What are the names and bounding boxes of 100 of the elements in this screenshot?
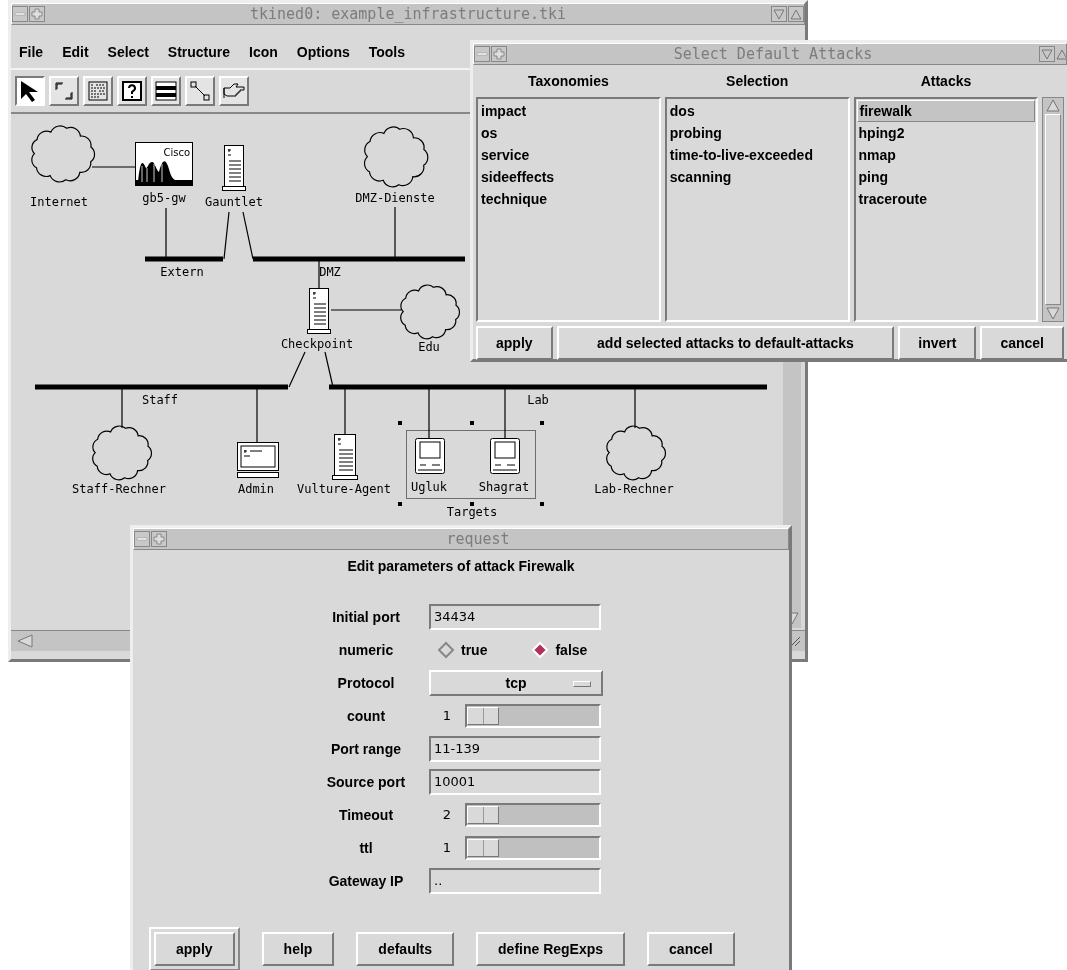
slider-value: 1 bbox=[441, 708, 453, 723]
radio-icon bbox=[437, 640, 455, 659]
server-icon bbox=[307, 288, 331, 334]
router-icon bbox=[135, 142, 193, 186]
list-item[interactable]: time-to-live-exceeded bbox=[667, 144, 847, 166]
field-label: Gateway IP bbox=[327, 872, 405, 889]
menu-item[interactable]: File bbox=[19, 43, 44, 60]
link-line bbox=[324, 351, 334, 388]
cloud-icon bbox=[92, 425, 153, 481]
node-label: Gauntlet bbox=[205, 195, 263, 209]
slider-track[interactable] bbox=[465, 703, 601, 728]
dropdown-button[interactable]: tcp bbox=[429, 669, 603, 696]
text-icon bbox=[87, 80, 109, 102]
node-label: gb5-gw bbox=[142, 191, 186, 205]
tool-button[interactable] bbox=[15, 76, 45, 106]
computer-monitor-icon bbox=[237, 442, 279, 478]
node-label: Lab-Rechner bbox=[594, 482, 674, 496]
window-menu-icon[interactable] bbox=[134, 531, 150, 547]
node-label: Shagrat bbox=[478, 480, 530, 494]
list-item[interactable]: ping bbox=[856, 166, 1036, 188]
list-item[interactable]: sideeffects bbox=[479, 166, 658, 188]
computer-icon bbox=[490, 438, 520, 474]
slider-thumb[interactable] bbox=[467, 838, 499, 857]
brand-label: Cisco bbox=[163, 147, 190, 158]
slider-value: 1 bbox=[441, 840, 453, 855]
list-item[interactable]: dos bbox=[667, 100, 847, 122]
list-item[interactable]: hping2 bbox=[856, 122, 1036, 144]
minimize-button[interactable] bbox=[1039, 46, 1055, 62]
dialog-button[interactable]: add selected attacks to default-attacks bbox=[556, 326, 895, 360]
dialog-button[interactable]: apply bbox=[476, 326, 553, 360]
dialog-button[interactable]: apply bbox=[154, 932, 235, 966]
node-label: Edu bbox=[418, 340, 440, 354]
network-icon bbox=[155, 80, 177, 102]
list-item[interactable]: impact bbox=[479, 100, 658, 122]
radio-button[interactable]: false bbox=[531, 640, 588, 659]
link-line bbox=[288, 351, 306, 388]
list-item[interactable]: traceroute bbox=[856, 188, 1036, 210]
link-line bbox=[165, 207, 167, 260]
dialog-heading: Edit parameters of attack Firewalk bbox=[346, 558, 576, 574]
link-line bbox=[91, 166, 136, 168]
resize-icon bbox=[53, 80, 75, 102]
server-icon bbox=[332, 434, 358, 480]
field-label: numeric bbox=[337, 641, 395, 658]
column-heading: Selection bbox=[725, 72, 790, 91]
node-label: DMZ-Dienste bbox=[355, 191, 435, 205]
window-menu-icon[interactable] bbox=[474, 46, 490, 62]
radio-button[interactable]: true bbox=[437, 640, 488, 659]
input-field[interactable]: 11-139 bbox=[429, 735, 601, 762]
dialog-button[interactable]: define RegExps bbox=[476, 932, 626, 966]
minimize-button[interactable] bbox=[771, 6, 787, 22]
vertical-scrollbar[interactable] bbox=[1042, 97, 1064, 322]
dialog-button[interactable]: cancel bbox=[647, 932, 735, 966]
slider-thumb[interactable] bbox=[467, 706, 499, 725]
input-field[interactable]: .. bbox=[429, 867, 601, 894]
field-label: count bbox=[345, 707, 387, 724]
help-icon bbox=[121, 80, 143, 102]
scroll-thumb[interactable] bbox=[1045, 114, 1062, 305]
menu-item[interactable]: Icon bbox=[249, 43, 278, 60]
field-label: ttl bbox=[358, 839, 374, 856]
slider-track[interactable] bbox=[465, 802, 601, 827]
menu-item[interactable]: Select bbox=[107, 43, 149, 60]
menu-item[interactable]: Tools bbox=[368, 43, 406, 60]
computer-icon bbox=[415, 438, 445, 474]
menu-item[interactable]: Edit bbox=[62, 43, 89, 60]
menu-item[interactable]: Structure bbox=[167, 43, 231, 60]
plus-icon[interactable] bbox=[29, 6, 45, 22]
network-label: DMZ bbox=[319, 265, 341, 279]
network-label: Staff bbox=[141, 393, 179, 407]
slider-thumb[interactable] bbox=[467, 805, 499, 824]
list-item[interactable]: technique bbox=[479, 188, 658, 210]
window-menu-icon[interactable] bbox=[12, 6, 28, 22]
slider-track[interactable] bbox=[465, 835, 601, 860]
list-item[interactable]: probing bbox=[667, 122, 847, 144]
list-item[interactable]: os bbox=[479, 122, 658, 144]
maximize-button[interactable] bbox=[788, 6, 804, 22]
field-label: Source port bbox=[325, 773, 407, 790]
scroll-left-icon[interactable] bbox=[15, 633, 35, 649]
dialog-button[interactable]: help bbox=[261, 932, 335, 966]
dialog-button[interactable]: cancel bbox=[980, 326, 1064, 360]
field-label: Protocol bbox=[336, 674, 396, 691]
node-label: Admin bbox=[237, 482, 275, 496]
list-item[interactable]: firewalk bbox=[856, 100, 1036, 122]
plus-icon[interactable] bbox=[491, 46, 507, 62]
list-item[interactable]: nmap bbox=[856, 144, 1036, 166]
input-field[interactable]: 10001 bbox=[429, 768, 601, 795]
plus-icon[interactable] bbox=[151, 531, 167, 547]
cloud-icon bbox=[31, 125, 96, 183]
radio-icon bbox=[531, 640, 550, 659]
resize-grip-icon[interactable] bbox=[789, 635, 801, 647]
dialog-button[interactable]: invert bbox=[898, 326, 977, 360]
link-line bbox=[223, 211, 230, 260]
field-label: Initial port bbox=[331, 608, 401, 625]
input-field[interactable]: 34434 bbox=[429, 603, 601, 630]
dialog-button[interactable]: defaults bbox=[356, 932, 455, 966]
link-icon bbox=[189, 80, 211, 102]
cloud-icon bbox=[400, 284, 461, 340]
menu-item[interactable]: Options bbox=[296, 43, 350, 60]
list-item[interactable]: service bbox=[479, 144, 658, 166]
list-item[interactable]: scanning bbox=[667, 166, 847, 188]
network-label: Extern bbox=[160, 265, 204, 279]
